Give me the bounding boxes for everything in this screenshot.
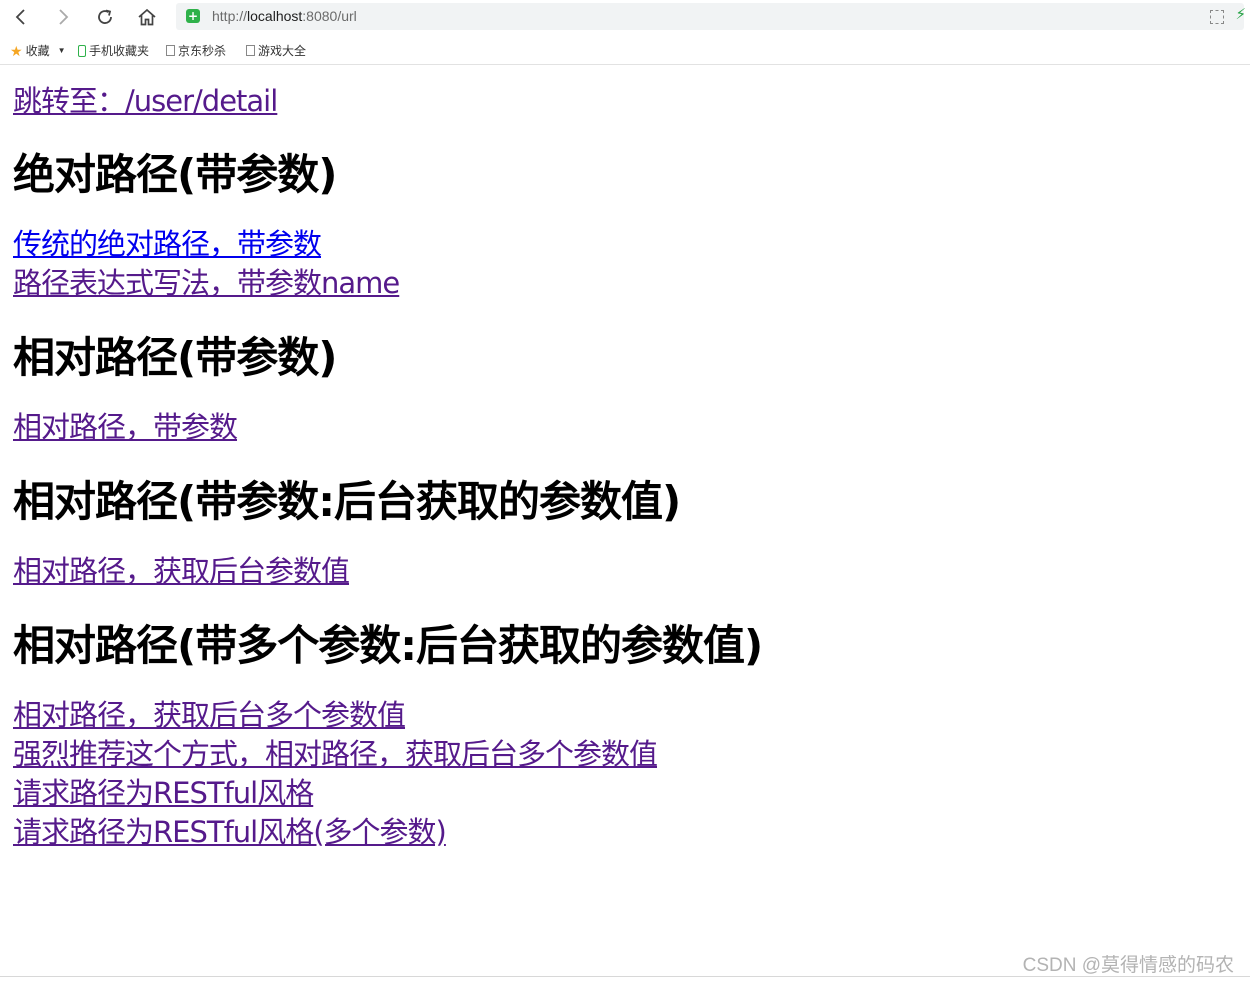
link-restful-style-multi-params[interactable]: 请求路径为RESTful风格(多个参数) — [13, 813, 1243, 852]
bookmarks-bar: ★ 收藏 ▼ 手机收藏夹 京东秒杀 游戏大全 — [0, 34, 1250, 65]
link-path-expression-name[interactable]: 路径表达式写法，带参数name — [13, 264, 1243, 303]
reload-button[interactable] — [92, 4, 118, 30]
jump-link[interactable]: 跳转至：/user/detail — [13, 82, 1243, 121]
link-recommended-relative-multi-values[interactable]: 强烈推荐这个方式，相对路径，获取后台多个参数值 — [13, 735, 1243, 774]
shield-icon: + — [186, 9, 200, 23]
bookmark-label: 京东秒杀 — [178, 44, 227, 58]
watermark: CSDN @莫得情感的码农 — [1022, 955, 1234, 976]
star-icon: ★ — [10, 42, 23, 59]
qr-code-icon[interactable] — [1210, 10, 1224, 24]
home-button[interactable] — [134, 4, 160, 30]
lightning-icon[interactable]: ⚡ — [1235, 5, 1246, 23]
section-heading-relative-multi-backend-values: 相对路径(带多个参数:后台获取的参数值) — [13, 621, 763, 670]
bookmark-label: 手机收藏夹 — [89, 44, 150, 58]
arrow-right-icon — [56, 9, 70, 25]
page-content: 跳转至：/user/detail 绝对路径(带参数) 传统的绝对路径，带参数 路… — [13, 64, 1243, 852]
section-heading-relative-backend-value: 相对路径(带参数:后台获取的参数值) — [13, 477, 681, 526]
link-restful-style[interactable]: 请求路径为RESTful风格 — [13, 774, 1243, 813]
phone-icon — [78, 44, 86, 57]
link-relative-multi-backend-values[interactable]: 相对路径，获取后台多个参数值 — [13, 696, 1243, 735]
bookmark-label: 游戏大全 — [258, 44, 307, 58]
back-button[interactable] — [8, 4, 34, 30]
document-icon — [166, 45, 175, 56]
link-traditional-absolute-path[interactable]: 传统的绝对路径，带参数 — [13, 225, 1243, 264]
bookmark-jd-seckill[interactable]: 京东秒杀 — [166, 42, 226, 59]
bookmark-mobile-favorites[interactable]: 手机收藏夹 — [78, 42, 149, 59]
address-bar[interactable]: + http://localhost:8080/url ⚡ — [176, 3, 1246, 30]
link-relative-params[interactable]: 相对路径，带参数 — [13, 408, 1243, 447]
forward-button[interactable] — [50, 4, 76, 30]
bookmark-favorites[interactable]: ★ 收藏 ▼ — [10, 42, 66, 59]
home-icon — [137, 8, 157, 26]
chevron-down-icon[interactable]: ▼ — [58, 46, 66, 55]
arrow-left-icon — [14, 9, 28, 25]
link-relative-backend-value[interactable]: 相对路径，获取后台参数值 — [13, 552, 1243, 591]
bookmark-label: 收藏 — [25, 44, 50, 58]
document-icon — [246, 45, 255, 56]
bookmark-games[interactable]: 游戏大全 — [246, 42, 306, 59]
browser-toolbar: + http://localhost:8080/url ⚡ — [0, 0, 1250, 34]
url-text[interactable]: http://localhost:8080/url — [212, 8, 357, 24]
reload-icon — [96, 8, 114, 26]
section-heading-relative-params: 相对路径(带参数) — [13, 333, 337, 382]
section-heading-absolute-params: 绝对路径(带参数) — [13, 150, 337, 199]
